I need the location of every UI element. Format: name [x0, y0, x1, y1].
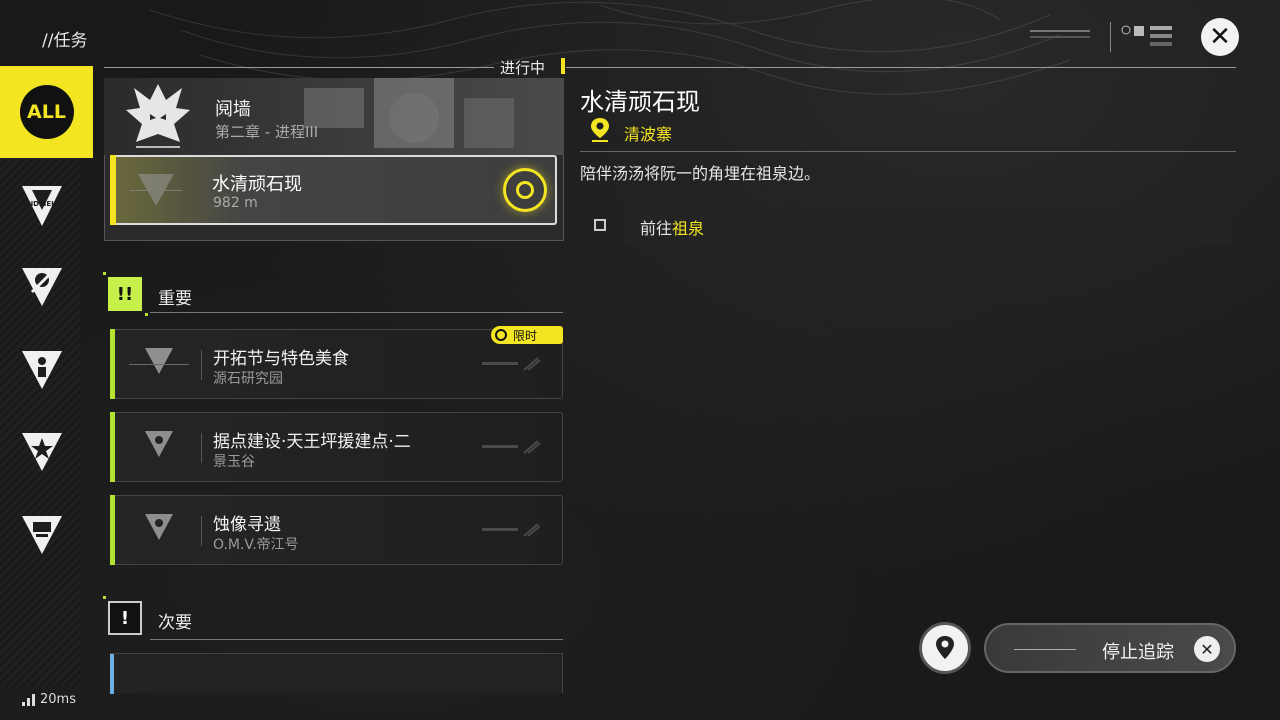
tracked-quest-accent — [110, 155, 116, 225]
quest-decoration — [482, 357, 541, 371]
quest-description: 陪伴汤汤将阮一的角埋在祖泉边。 — [580, 164, 821, 183]
quest-accent — [110, 654, 114, 694]
target-inner — [516, 181, 534, 199]
ping-value: 20ms — [40, 692, 76, 707]
objective-text: 前往祖泉 — [640, 215, 704, 239]
character-category-icon[interactable] — [18, 345, 66, 393]
quest-decoration — [482, 440, 541, 454]
objective-prefix: 前往 — [640, 219, 673, 238]
quest-type-icon — [145, 431, 173, 457]
category-all-tab[interactable]: ALL — [0, 66, 93, 158]
corner-dot — [103, 272, 106, 275]
chapter-art — [304, 78, 514, 148]
quest-location: 景玉谷 — [213, 454, 255, 470]
close-icon: ✕ — [1194, 636, 1220, 662]
quest-card[interactable]: 蚀像寻遗 O.M.V.帝江号 — [110, 495, 563, 565]
stop-tracking-label: 停止追踪 — [1102, 642, 1174, 663]
objective-row — [624, 206, 1232, 244]
location-pin-icon — [591, 118, 609, 142]
divider — [566, 67, 1236, 68]
chapter-emblem-icon — [126, 84, 190, 148]
chapter-name: 阋墙 — [215, 99, 251, 120]
quest-decoration — [482, 523, 541, 537]
svg-text:ENDFIELD: ENDFIELD — [23, 200, 62, 208]
important-section-title: 重要 — [158, 289, 192, 309]
quest-accent — [110, 329, 115, 399]
network-status: 20ms — [22, 692, 76, 707]
tracking-label: 进行中 — [500, 59, 546, 77]
corner-dot — [145, 313, 148, 316]
quest-location: O.M.V.帝江号 — [213, 537, 299, 553]
quest-name: 据点建设·天王坪援建点·二 — [213, 432, 411, 452]
divider — [580, 151, 1236, 152]
clock-icon — [495, 329, 507, 341]
quest-type-icon — [130, 174, 182, 206]
quest-location: 源石研究园 — [213, 371, 283, 387]
endfield-category-icon[interactable]: ENDFIELD — [18, 182, 66, 230]
signal-icon — [22, 693, 35, 706]
stop-tracking-button[interactable]: 停止追踪 ✕ — [984, 623, 1236, 673]
tracked-quest-distance: 982 m — [213, 195, 258, 211]
quest-card[interactable] — [110, 653, 563, 694]
category-all-label: ALL — [19, 85, 74, 139]
tracking-target-icon[interactable] — [503, 168, 547, 212]
objective-checkbox — [594, 219, 606, 231]
important-section-icon: !! — [108, 277, 142, 311]
chapter-subtitle: 第二章 - 进程III — [215, 123, 319, 141]
divider — [201, 433, 202, 463]
base-category-icon[interactable] — [18, 510, 66, 558]
close-button[interactable]: ✕ — [1201, 18, 1239, 56]
star-category-icon[interactable] — [18, 427, 66, 475]
quest-name: 开拓节与特色美食 — [213, 349, 349, 369]
secondary-section-title: 次要 — [158, 613, 192, 633]
divider — [150, 312, 563, 313]
hud-decoration — [1030, 22, 1172, 52]
map-button[interactable] — [919, 622, 971, 674]
tracked-quest-name: 水清顽石现 — [212, 174, 302, 195]
quest-detail-title: 水清顽石现 — [580, 88, 700, 116]
button-decoration — [1014, 649, 1076, 650]
corner-dot — [103, 596, 106, 599]
map-pin-icon — [936, 636, 954, 659]
page-title: //任务 — [42, 31, 88, 51]
divider — [150, 639, 563, 640]
quest-detail-location: 清波寨 — [624, 125, 673, 144]
divider — [201, 350, 202, 380]
quest-type-icon — [129, 348, 189, 374]
limited-time-badge: 限时 — [491, 326, 563, 344]
quest-card[interactable]: 据点建设·天王坪援建点·二 景玉谷 — [110, 412, 563, 482]
objective-target: 祖泉 — [672, 219, 705, 238]
quest-name: 蚀像寻遗 — [213, 515, 281, 535]
divider — [104, 67, 494, 68]
explore-category-icon[interactable] — [18, 262, 66, 310]
quest-type-icon — [145, 514, 173, 540]
tracking-marker — [561, 58, 565, 74]
divider — [201, 516, 202, 546]
quest-accent — [110, 495, 115, 565]
limited-time-label: 限时 — [513, 328, 538, 343]
quest-accent — [110, 412, 115, 482]
close-icon: ✕ — [1209, 22, 1231, 52]
secondary-section-icon: ! — [108, 601, 142, 635]
